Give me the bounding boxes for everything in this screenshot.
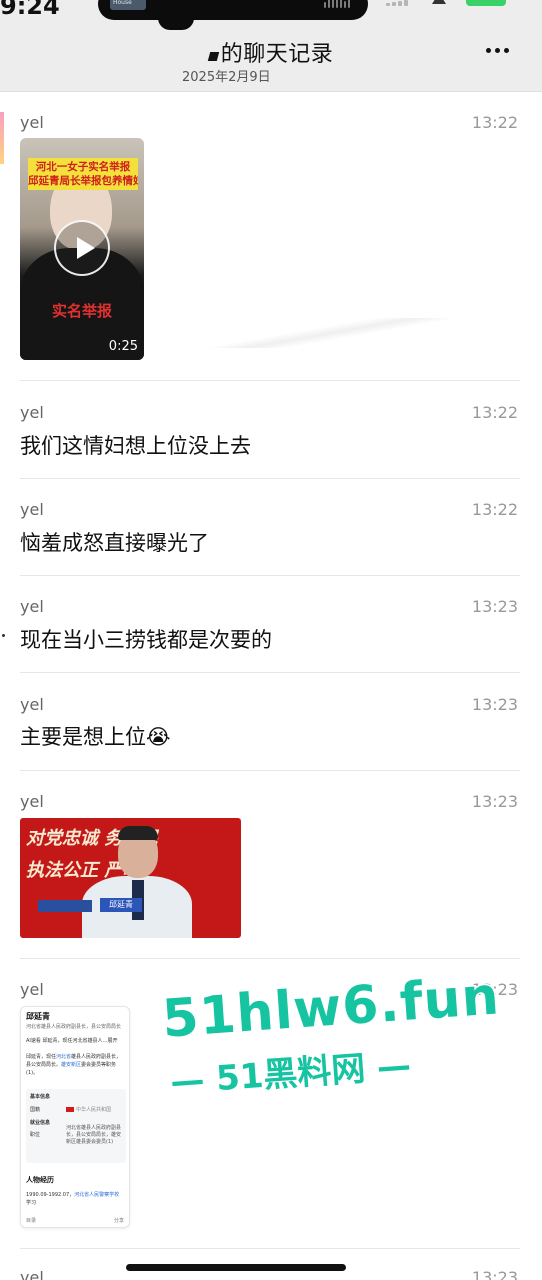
video-caption-line1: 河北一女子实名举报 bbox=[35, 161, 131, 173]
message-divider bbox=[20, 1248, 520, 1249]
message-time: 13:22 bbox=[471, 113, 518, 132]
audio-wave-icon bbox=[324, 0, 350, 8]
card-section-job: 就业信息 bbox=[30, 1120, 51, 1126]
officer-hair bbox=[118, 826, 158, 840]
card-body-text: 邱延青，现任 bbox=[26, 1054, 57, 1060]
dot-mark bbox=[2, 634, 5, 637]
sender-name: yel bbox=[20, 1268, 44, 1280]
message-text[interactable]: 现在当小三捞钱都是次要的 bbox=[20, 624, 272, 654]
card-history-text: 学习 bbox=[26, 1200, 37, 1206]
card-name: 邱延青 bbox=[26, 1011, 50, 1021]
card-info-box: 基本信息 国籍 中华人民共和国 就业信息 职位 河北省雄县人民政府副县长，县公安… bbox=[26, 1089, 126, 1163]
news-image[interactable]: 对党忠诚 务人民 执法公正 严明 邱延青 bbox=[20, 818, 241, 938]
chat-date: 2025年2月9日 bbox=[182, 70, 271, 85]
dynamic-island[interactable]: Deep House bbox=[98, 0, 368, 20]
card-history-text: 1990.09-1992.07， bbox=[26, 1192, 75, 1198]
video-duration: 0:25 bbox=[108, 339, 138, 354]
card-link[interactable]: 河北省人民警察学校 bbox=[74, 1192, 119, 1198]
message-divider bbox=[20, 672, 520, 673]
video-caption: 河北一女子实名举报 邱延青局长举报包养情妇 bbox=[28, 158, 138, 190]
now-playing-art: Deep House bbox=[110, 0, 146, 10]
home-indicator[interactable] bbox=[126, 1264, 346, 1271]
message-divider bbox=[20, 575, 520, 576]
message-text-content: 主要是想上位 bbox=[20, 725, 146, 749]
china-flag-icon bbox=[66, 1107, 74, 1112]
chat-header: 的聊天记录 2025年2月9日 bbox=[0, 24, 542, 92]
card-footer-toc[interactable]: 目录 bbox=[26, 1217, 36, 1224]
card-history-title: 人物经历 bbox=[26, 1175, 54, 1184]
sender-name: yel bbox=[20, 403, 44, 422]
sender-name: yel bbox=[20, 500, 44, 519]
message-time: 13:23 bbox=[471, 695, 518, 714]
watermark-site: 51hlw6.fun bbox=[159, 965, 503, 1051]
avatar[interactable] bbox=[0, 112, 4, 164]
battery-icon bbox=[466, 0, 506, 6]
message-time: 13:23 bbox=[471, 792, 518, 811]
card-link[interactable]: 河北省 bbox=[56, 1054, 71, 1060]
card-section-basic: 基本信息 bbox=[30, 1094, 51, 1100]
sender-name: yel bbox=[20, 792, 44, 811]
play-icon[interactable] bbox=[54, 220, 110, 276]
message-text[interactable]: 恼羞成怒直接曝光了 bbox=[20, 527, 209, 557]
sender-name: yel bbox=[20, 597, 44, 616]
message-time: 13:23 bbox=[471, 1268, 518, 1280]
card-ai-summary[interactable]: AI速看 邱延青，现任河北省雄县人…展开 bbox=[26, 1037, 126, 1044]
message-divider bbox=[20, 958, 520, 959]
profile-card[interactable]: 邱延青 河北省雄县人民政府副县长，县公安局局长 AI速看 邱延青，现任河北省雄县… bbox=[20, 1006, 130, 1228]
message-text[interactable]: 我们这情妇想上位没上去 bbox=[20, 430, 251, 460]
watermark-brand: — 51黑料网 — bbox=[168, 1044, 414, 1104]
sender-name: yel bbox=[20, 980, 44, 999]
redaction-mark bbox=[207, 52, 219, 61]
status-bar: 9:24 Deep House bbox=[0, 0, 542, 24]
video-thumbnail[interactable]: 河北一女子实名举报 邱延青局长举报包养情妇 实名举报 0:25 bbox=[20, 138, 144, 360]
page-title: 的聊天记录 bbox=[220, 42, 334, 67]
card-body: 邱延青，现任河北省雄县人民政府副县长，县公安局局长。雄安新区委会委员等职务(1)… bbox=[26, 1053, 126, 1077]
sender-name: yel bbox=[20, 695, 44, 714]
video-label: 实名举报 bbox=[51, 302, 112, 320]
signal-icon bbox=[386, 0, 408, 6]
image-side-tag bbox=[38, 900, 92, 912]
card-label-job: 职位 bbox=[30, 1132, 41, 1138]
sender-name: yel bbox=[20, 113, 44, 132]
card-value-nationality: 中华人民共和国 bbox=[76, 1107, 112, 1113]
card-history: 1990.09-1992.07，河北省人民警察学校学习 bbox=[26, 1191, 126, 1207]
card-footer-share[interactable]: 分享 bbox=[114, 1217, 124, 1224]
glare-streak bbox=[200, 318, 462, 348]
message-time: 13:22 bbox=[471, 500, 518, 519]
title-wrap: 的聊天记录 bbox=[0, 36, 542, 68]
message-divider bbox=[20, 478, 520, 479]
card-value-job: 河北省雄县人民政府副县长，县公安局局长，雄安新区雄县委会委员(1) bbox=[66, 1125, 122, 1145]
video-caption-line2: 邱延青局长举报包养情妇 bbox=[28, 175, 138, 187]
message-divider bbox=[20, 770, 520, 771]
status-time: 9:24 bbox=[0, 0, 60, 20]
message-divider bbox=[20, 380, 520, 381]
message-text[interactable]: 主要是想上位😭 bbox=[20, 721, 171, 751]
card-link[interactable]: 雄安新区 bbox=[61, 1062, 81, 1068]
card-desc: 河北省雄县人民政府副县长，县公安局局长 bbox=[26, 1024, 122, 1030]
crying-emoji-icon: 😭 bbox=[146, 725, 171, 749]
card-label-nationality: 国籍 bbox=[30, 1107, 41, 1113]
message-time: 13:22 bbox=[471, 403, 518, 422]
message-time: 13:23 bbox=[471, 597, 518, 616]
more-dots-icon[interactable] bbox=[486, 48, 509, 53]
wifi-icon bbox=[432, 0, 446, 4]
image-name-tag: 邱延青 bbox=[100, 898, 142, 912]
